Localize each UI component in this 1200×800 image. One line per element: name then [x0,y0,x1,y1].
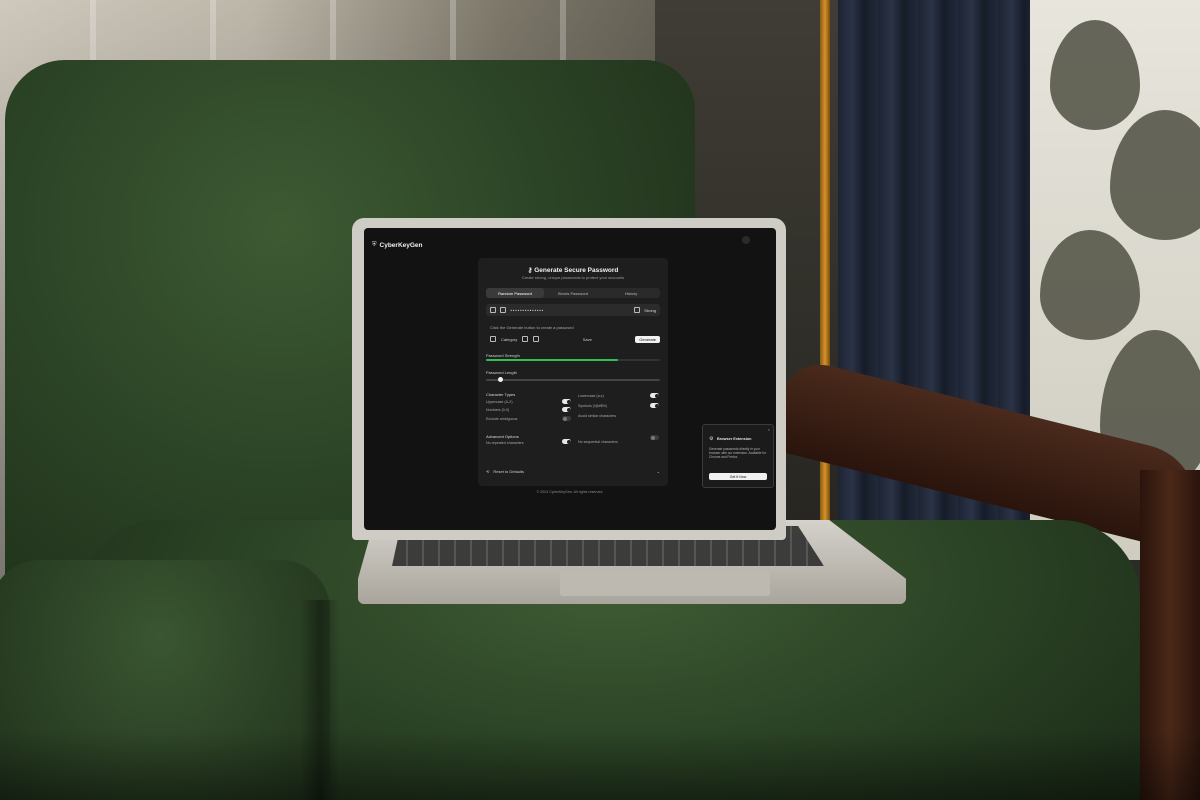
laptop-trackpad [560,570,770,596]
category-select[interactable]: Category [501,337,517,342]
save-button[interactable]: Save [583,337,592,342]
page-title-text: Generate Secure Password [534,267,619,274]
trash-icon[interactable] [522,336,529,342]
option-no-sequential: No sequential characters [578,440,618,444]
tab-words-password[interactable]: Words Password [544,288,602,298]
close-icon[interactable]: × [768,427,770,432]
eye-icon[interactable] [490,307,496,313]
toast-title: Browser Extension [717,437,752,441]
floor-shadow [0,730,1200,800]
toggle-numbers[interactable] [562,407,571,412]
password-output[interactable]: •••••••••••••• Strong [486,304,660,316]
plant-leaf [1110,110,1200,240]
lock-icon [500,307,506,313]
length-slider-thumb[interactable] [498,377,504,382]
option-uppercase: Uppercase (A-Z) [486,400,513,404]
plant-leaf [1050,20,1140,130]
password-value[interactable]: •••••••••••••• [510,308,630,313]
toggle-no-repeated[interactable] [562,439,571,444]
toggle-uppercase[interactable] [562,399,571,404]
toggle-exclude-ambiguous[interactable] [562,416,571,421]
get-extension-button[interactable]: Get It Now [709,473,767,480]
generate-hint: Click the Generate button to create a pa… [490,325,574,330]
password-generator-app: ⛨ CyberKeyGen ⚷ Generate Secure Password… [364,228,776,530]
option-symbols: Symbols (!@#$%) [578,404,608,408]
strength-meter-track [486,359,660,361]
strength-badge: Strong [644,307,656,313]
toast-body: Generate passwords directly in your brow… [709,447,766,459]
tab-history[interactable]: History [602,288,660,298]
action-row: Category Save Generate [490,334,660,344]
toggle-no-sequential[interactable] [650,435,659,440]
plant-leaf [1040,230,1140,340]
page-subtitle: Create strong, unique passwords to prote… [521,275,625,280]
refresh-icon[interactable] [490,336,496,342]
puzzle-icon: ⚙ [709,436,714,442]
extension-toast: × ⚙ Browser Extension Generate passwords… [702,424,774,488]
tab-random-password[interactable]: Random Password [486,288,544,298]
mode-tabs: Random Password Words Password History [486,288,660,298]
theme-toggle-button[interactable] [742,236,750,244]
brand-name[interactable]: CyberKeyGen [380,242,423,249]
key-icon: ⚷ [527,267,533,274]
strength-meter-fill [486,359,619,361]
chevron-down-icon: ⌄ [656,468,660,474]
option-lowercase: Lowercase (a-z) [578,394,604,398]
character-types-heading: Character Types [486,392,516,397]
laptop-screen: ⛨ CyberKeyGen ⚷ Generate Secure Password… [364,228,776,530]
shield-icon: ⛨ [372,242,377,248]
toggle-lowercase[interactable] [650,393,659,398]
option-exclude-ambiguous: Exclude ambiguous [486,417,518,421]
length-slider[interactable] [486,377,660,382]
option-no-repeated: No repeated characters [486,441,524,445]
page-title: ⚷ Generate Secure Password [478,266,668,274]
settings-icon[interactable] [533,336,540,342]
reset-defaults-label: Reset to Defaults [493,468,525,474]
photo-scene: ⛨ CyberKeyGen ⚷ Generate Secure Password… [0,0,1200,800]
length-label: Password Length [486,370,517,375]
advanced-options-heading: Advanced Options [486,434,519,439]
app-header: ⛨ CyberKeyGen [372,242,423,249]
generate-button[interactable]: Generate [635,335,660,343]
copy-icon[interactable] [634,307,641,313]
strength-meter-label: Password Strength [486,353,520,358]
generator-card: ⚷ Generate Secure Password Create strong… [478,258,668,486]
reset-icon: ⟲ [486,468,490,474]
toggle-symbols[interactable] [650,403,659,408]
reset-defaults-row[interactable]: ⟲ Reset to Defaults ⌄ [486,466,660,476]
footer: © 2024 CyberKeyGen. All rights reserved. [536,490,604,494]
option-avoid-similar: Avoid similar characters [578,414,617,418]
option-numbers: Numbers (0-9) [486,408,510,412]
